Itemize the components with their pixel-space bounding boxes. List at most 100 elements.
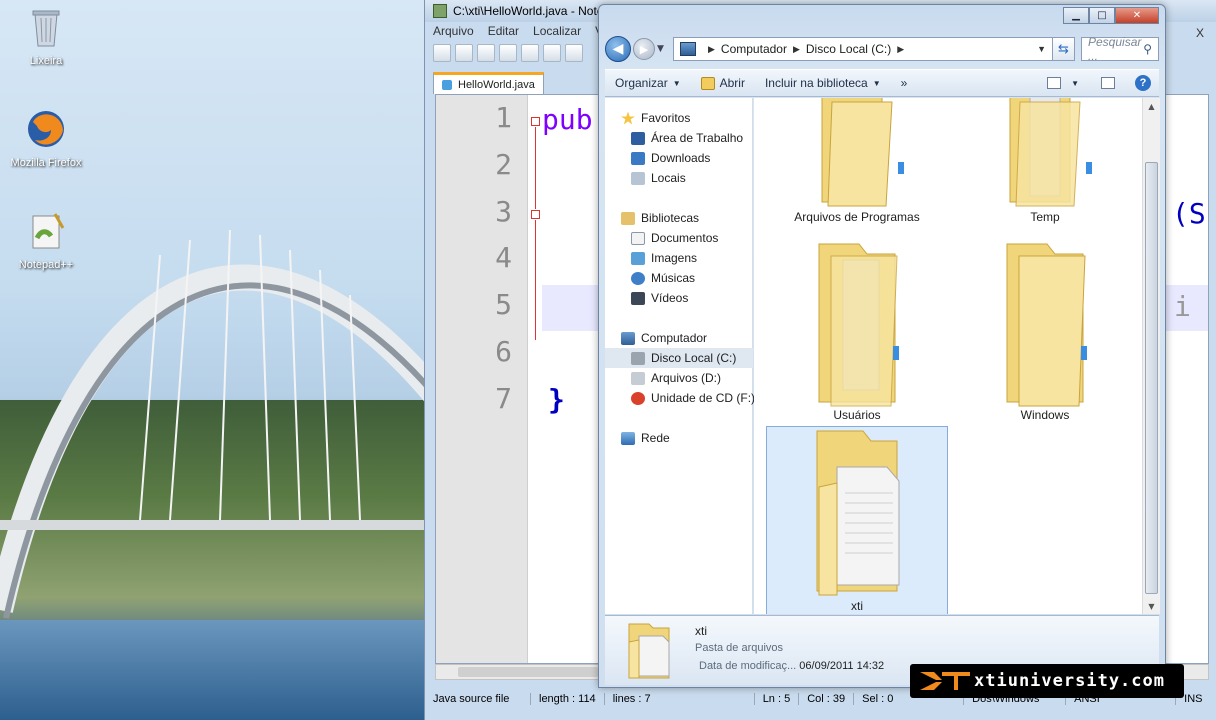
details-type: Pasta de arquivos [695,642,784,654]
close-button[interactable]: ✕ [1115,7,1159,24]
close-file-icon[interactable] [521,44,539,62]
forward-arrow-icon: ▶ [639,42,649,56]
recycle-bin-label: Lixeira [29,55,63,67]
new-file-icon[interactable] [433,44,451,62]
tab-label: HelloWorld.java [458,78,535,91]
nav-item-bibliotecas[interactable]: Bibliotecas [621,208,769,228]
organize-menu-button[interactable]: Organizar ▼ [605,70,691,96]
close-all-icon[interactable] [543,44,561,62]
refresh-button[interactable]: ⇆ [1053,37,1075,61]
preview-pane-icon[interactable] [1101,77,1115,89]
nav-item-computador[interactable]: Computador [621,328,769,348]
forward-button[interactable]: ▶ [633,38,655,60]
details-name: xti [695,624,707,638]
nav-label: Documentos [651,231,719,245]
code-line-1: pub [542,103,593,136]
menu-arquivo[interactable]: Arquivo [433,24,474,42]
status-length: length : 114 [531,693,605,705]
include-label: Incluir na biblioteca [764,76,868,90]
chevron-right-icon[interactable]: ▶ [793,44,800,55]
notepadpp-label: Notepad++ [18,259,74,271]
fold-line [535,220,536,340]
recent-places-icon [631,171,645,185]
refresh-icon: ⇆ [1058,41,1069,57]
back-arrow-icon: ◀ [612,41,624,57]
nav-item-disco-local-c[interactable]: Disco Local (C:) [605,348,753,368]
nav-label: Área de Trabalho [651,131,744,145]
network-icon [621,431,635,445]
nav-label: Rede [641,431,670,445]
music-icon [631,271,645,285]
more-commands-button[interactable]: » [891,70,918,96]
folder-icon [818,243,899,407]
open-file-icon[interactable] [455,44,473,62]
save-icon[interactable] [477,44,495,62]
caret-down-icon: ▼ [672,78,681,88]
nav-label: Vídeos [651,291,689,305]
search-icon[interactable]: ⚲ [1143,42,1152,56]
nav-item-favoritos[interactable]: Favoritos [621,108,769,128]
code-line-7: } [548,383,565,416]
tab-helloworld[interactable]: HelloWorld.java [433,72,544,94]
minimize-button[interactable]: ▁ [1063,7,1089,24]
back-button[interactable]: ◀ [605,36,631,62]
maximize-button[interactable]: □ [1089,7,1115,24]
file-list-scrollbar[interactable]: ▲ ▼ [1142,98,1160,614]
open-button[interactable]: Abrir [691,70,755,96]
chevron-right-icon[interactable]: ▶ [897,44,904,55]
folder-temp[interactable]: Temp [954,98,1136,230]
explorer-window[interactable]: ▁ □ ✕ ◀ ▶ ▼ ▶ Computador ▶ Disco Local (… [598,4,1166,688]
file-saved-icon [442,79,452,90]
drive-icon [631,351,645,365]
recycle-bin-icon [32,10,60,47]
search-input[interactable]: Pesquisar ... ⚲ [1081,35,1159,63]
folder-usuarios[interactable]: Usuários [766,236,948,426]
folder-label: Arquivos de Programas [794,210,920,224]
nav-label: Computador [641,331,708,345]
nav-label: Músicas [651,271,696,285]
fold-line [535,127,536,209]
navigation-row: ◀ ▶ ▼ ▶ Computador ▶ Disco Local (C:) ▶ … [605,35,1159,63]
fold-toggle[interactable] [531,210,540,219]
breadcrumb-computador[interactable]: Computador [721,42,787,56]
folder-windows[interactable]: Windows [954,236,1136,426]
line-number: 2 [495,148,512,181]
folder-icon [816,430,900,596]
nav-item-rede[interactable]: Rede [621,428,769,448]
address-dropdown-icon[interactable]: ▼ [1037,44,1046,54]
help-icon[interactable]: ? [1135,75,1151,91]
recycle-bin-shortcut[interactable]: Lixeira [6,6,86,67]
chevron-right-icon[interactable]: ▶ [708,44,715,55]
code-line-3: (S [1172,197,1206,230]
folder-arquivos-de-programas[interactable]: Arquivos de Programas [766,98,948,230]
address-bar[interactable]: ▶ Computador ▶ Disco Local (C:) ▶ ▼ [673,37,1053,61]
menu-localizar[interactable]: Localizar [533,24,581,42]
scrollbar-thumb[interactable] [458,667,598,677]
breadcrumb-disco-local[interactable]: Disco Local (C:) [806,42,891,56]
folder-open-icon [700,76,715,90]
fold-toggle[interactable] [531,117,540,126]
libraries-icon [621,211,635,225]
save-all-icon[interactable] [499,44,517,62]
change-view-icon[interactable] [1047,77,1062,89]
recent-pages-dropdown[interactable]: ▼ [657,44,667,54]
nav-label: Unidade de CD (F:) [651,391,756,405]
watermark-text: xtiuniversity.com [974,671,1165,691]
file-list: Arquivos de Programas Temp Usuários Wind… [754,98,1142,614]
print-icon[interactable] [565,44,583,62]
menu-editar[interactable]: Editar [488,24,519,42]
document-tabs: HelloWorld.java [433,72,544,94]
navigation-pane: Favoritos Área de Trabalho Downloads Loc… [605,98,756,614]
firefox-shortcut[interactable]: Mozilla Firefox [6,108,86,169]
view-dropdown-icon[interactable]: ▼ [1071,79,1079,88]
scroll-down-icon[interactable]: ▼ [1143,598,1160,614]
include-in-library-button[interactable]: Incluir na biblioteca ▼ [755,70,891,96]
close-document-button[interactable]: X [1196,26,1204,40]
line-number: 1 [495,101,512,134]
notepadpp-shortcut[interactable]: Notepad++ [6,210,86,271]
command-bar: Organizar ▼ Abrir Incluir na biblioteca … [605,69,1159,97]
scrollbar-thumb[interactable] [1145,162,1158,594]
scroll-up-icon[interactable]: ▲ [1143,98,1160,114]
folder-xti[interactable]: xti [766,426,948,614]
folder-label: Usuários [833,408,881,422]
